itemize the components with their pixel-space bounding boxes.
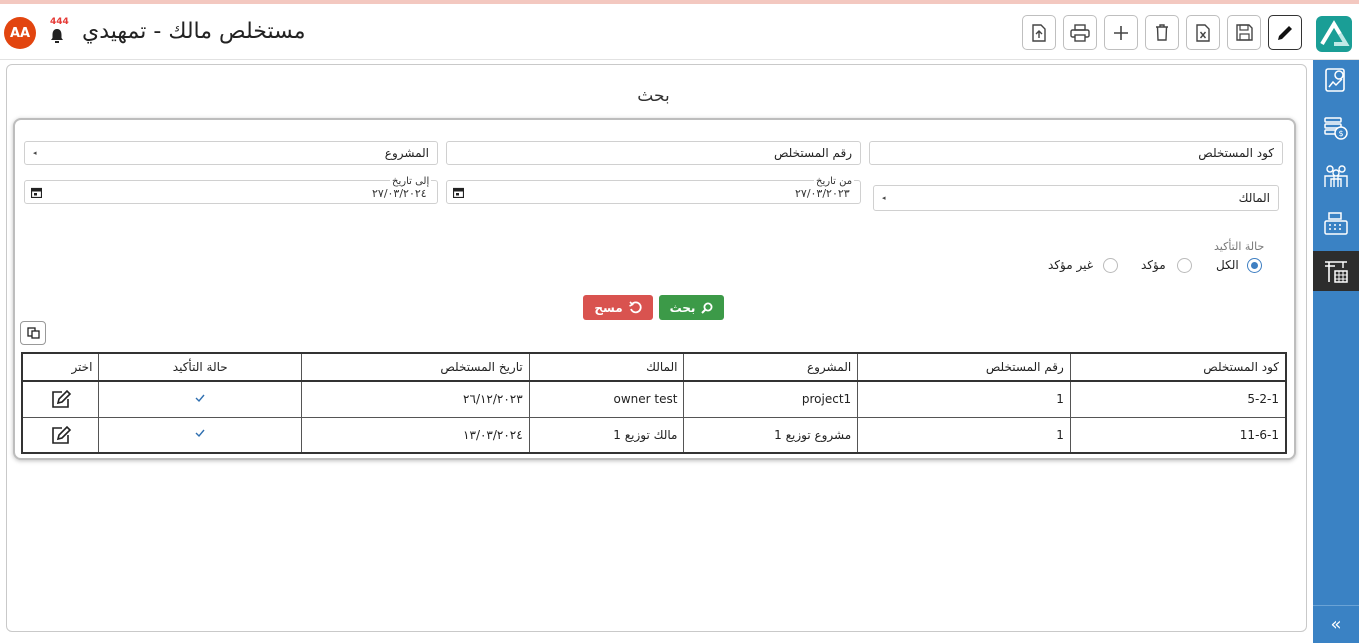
to-date-label: إلى تاريخ [390,176,432,187]
upload-file-icon [1032,23,1046,42]
cell-confirmation [98,380,303,418]
project-select[interactable]: المشروع ◂ [24,141,438,165]
floppy-disk-icon [1235,24,1253,41]
claim-number-placeholder: رقم المستخلص [773,146,852,160]
confirmation-status-label: حالة التأكيد [1214,240,1265,253]
cell-claim-number: 1 [857,380,1071,418]
results-table: كود المستخلص رقم المستخلص المشروع المالك… [21,352,1287,454]
owner-select[interactable]: المالك ◂ [873,185,1279,211]
radio-confirmed[interactable] [1177,258,1192,273]
svg-text:$: $ [1338,129,1343,138]
construction-crane-icon [1325,261,1348,283]
plus-icon [1114,25,1128,40]
search-button-label: بحث [669,300,696,315]
table-row[interactable]: 11-6-1 1 مشروع توزيع 1 مالك توزيع 1 ١٣/٠… [21,416,1287,454]
excel-file-icon [1196,23,1210,42]
people-group-icon [1324,165,1348,187]
app-header: AA 444 مستخلص مالك - تمهيدي [0,4,1359,60]
printer-icon [1070,23,1090,42]
project-placeholder: المشروع [384,146,429,160]
from-date-value: ٢٧/٠٣/٢٠٢٣ [795,187,850,200]
report-chart-icon [1325,68,1345,92]
radio-unconfirmed[interactable] [1103,258,1118,273]
claim-code-placeholder: كود المستخلص [1198,146,1274,160]
from-date-label: من تاريخ [814,176,855,187]
checkmark-icon [195,394,205,402]
cash-register-icon [1324,212,1348,235]
pencil-icon [1278,25,1292,40]
sidebar-item-cashier[interactable] [1313,204,1359,244]
calendar-icon[interactable] [453,187,464,198]
cell-owner: مالك توزيع 1 [528,416,685,454]
edit-pencil-icon[interactable] [50,389,72,409]
to-date-value: ٢٧/٠٣/٢٠٢٤ [372,187,427,200]
copy-export-button[interactable] [20,321,46,345]
column-header-select: اختر [21,352,100,382]
cell-select [21,380,100,418]
column-header-owner[interactable]: المالك [528,352,685,382]
add-button[interactable] [1104,15,1138,50]
owner-placeholder: المالك [1238,191,1270,205]
search-button[interactable]: بحث [659,295,724,320]
radio-all[interactable] [1247,258,1262,273]
cell-project: مشروع توزيع 1 [683,416,859,454]
sidebar-item-employees[interactable] [1313,156,1359,196]
claim-code-field[interactable]: كود المستخلص [869,141,1283,165]
edit-button[interactable] [1268,15,1302,50]
upload-button[interactable] [1022,15,1056,50]
search-section-title: بحث [637,86,670,106]
double-chevron-left-icon: « [1330,614,1342,635]
column-header-claim-code[interactable]: كود المستخلص [1069,352,1287,382]
column-header-claim-number[interactable]: رقم المستخلص [857,352,1071,382]
column-header-confirmation[interactable]: حالة التأكيد [98,352,303,382]
trash-icon [1156,24,1168,41]
magnifier-icon [701,302,713,314]
sidebar-item-finance[interactable]: $ [1313,108,1359,148]
cell-claim-code: 11-6-1 [1069,416,1287,454]
dropdown-arrow-icon: ◂ [882,194,886,202]
cell-claim-code: 5-2-1 [1069,380,1287,418]
page-title: مستخلص مالك - تمهيدي [82,19,306,44]
sidebar-item-reports[interactable] [1313,60,1359,100]
user-avatar[interactable]: AA [4,17,36,49]
claim-number-field[interactable]: رقم المستخلص [446,141,861,165]
column-header-claim-date[interactable]: تاريخ المستخلص [301,352,530,382]
bell-icon[interactable] [46,20,68,46]
logo-mark-icon [1320,20,1350,46]
clear-button[interactable]: مسح [583,295,653,320]
app-logo[interactable] [1316,16,1352,52]
cell-select [21,416,100,454]
sidebar-item-construction[interactable] [1313,251,1359,291]
calendar-icon[interactable] [31,187,42,198]
print-button[interactable] [1063,15,1097,50]
radio-unconfirmed-label: غير مؤكد [1048,258,1093,272]
radio-confirmed-label: مؤكد [1141,258,1166,272]
column-header-project[interactable]: المشروع [683,352,859,382]
undo-arrow-icon [628,301,642,314]
sidebar: $ « [1313,60,1359,643]
delete-button[interactable] [1145,15,1179,50]
cell-owner: owner test [528,380,685,418]
save-button[interactable] [1227,15,1261,50]
clear-button-label: مسح [594,300,623,315]
export-excel-button[interactable] [1186,15,1220,50]
table-header-row: كود المستخلص رقم المستخلص المشروع المالك… [21,352,1287,382]
dropdown-arrow-icon: ◂ [33,149,37,157]
table-row[interactable]: 5-2-1 1 project1 owner test ٢٦/١٢/٢٠٢٣ [21,380,1287,418]
cell-claim-number: 1 [857,416,1071,454]
cell-project: project1 [683,380,859,418]
cell-claim-date: ١٣/٠٣/٢٠٢٤ [301,416,530,454]
cell-claim-date: ٢٦/١٢/٢٠٢٣ [301,380,530,418]
money-coins-icon: $ [1324,117,1348,140]
checkmark-icon [195,429,205,438]
cell-confirmation [98,416,303,454]
copy-icon [26,327,40,339]
sidebar-collapse-button[interactable]: « [1313,605,1359,643]
radio-all-label: الكل [1216,258,1239,272]
edit-pencil-icon[interactable] [50,425,72,445]
